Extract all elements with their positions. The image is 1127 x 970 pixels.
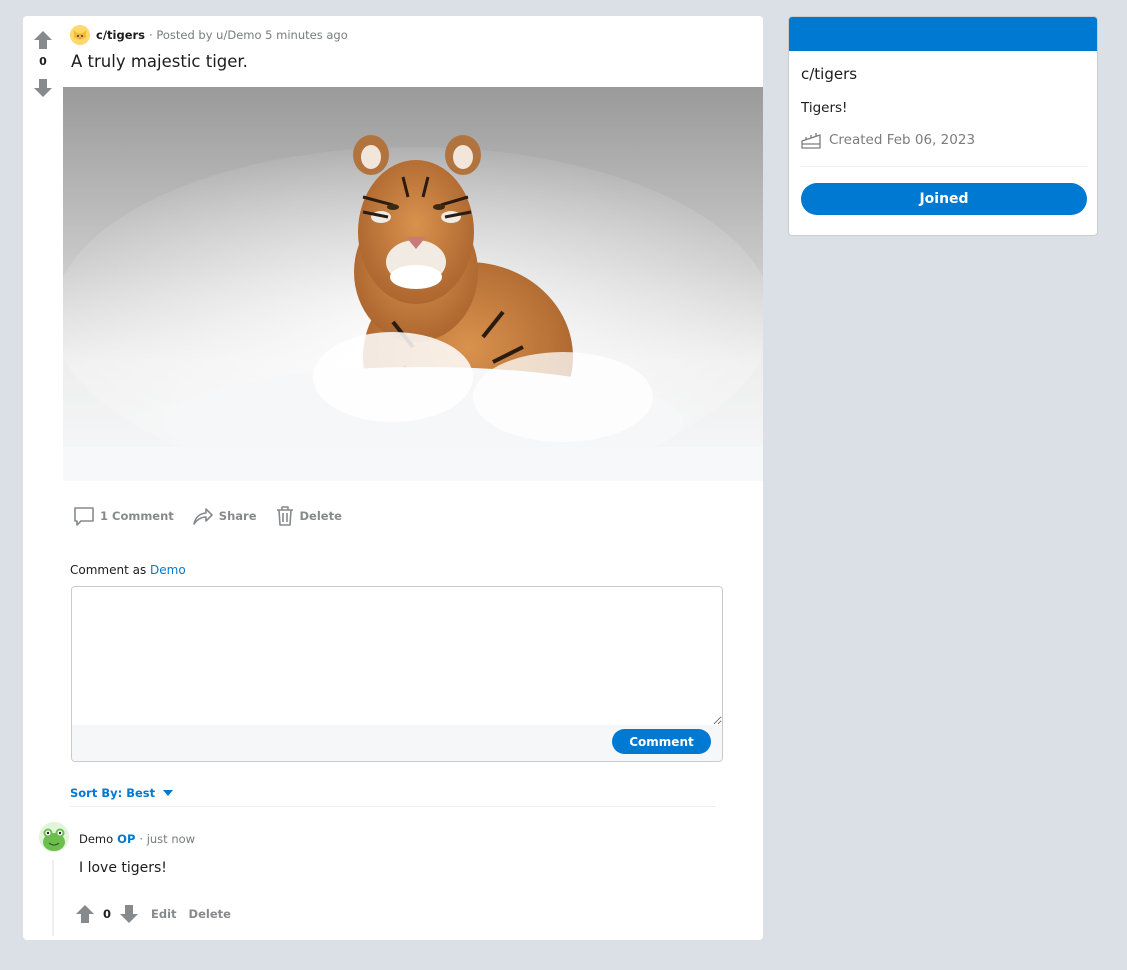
sort-label: Sort By: Best bbox=[70, 786, 156, 800]
posted-by-text: · Posted by u/Demo 5 minutes ago bbox=[149, 28, 348, 42]
post-score: 0 bbox=[39, 55, 47, 68]
community-name: c/tigers bbox=[801, 65, 858, 83]
comment-time: · just now bbox=[139, 832, 196, 846]
sort-divider bbox=[70, 806, 716, 807]
comment-meta: Demo OP · just now bbox=[79, 832, 195, 846]
upvote-icon[interactable] bbox=[75, 904, 95, 924]
created-date: Created Feb 06, 2023 bbox=[829, 132, 976, 148]
trash-icon bbox=[276, 506, 293, 526]
comment-as-username[interactable]: Demo bbox=[150, 563, 186, 577]
downvote-icon[interactable] bbox=[33, 78, 53, 98]
community-created: Created Feb 06, 2023 bbox=[801, 131, 975, 149]
post-card: 0 c/tigers · Posted by u/Demo 5 minutes … bbox=[23, 16, 763, 940]
comment-thread-line[interactable] bbox=[52, 860, 54, 936]
delete-label: Delete bbox=[299, 509, 342, 523]
sort-dropdown[interactable]: Sort By: Best bbox=[70, 786, 174, 800]
delete-post-button[interactable]: Delete bbox=[275, 505, 342, 527]
post-meta: c/tigers · Posted by u/Demo 5 minutes ag… bbox=[70, 25, 348, 45]
comment-author[interactable]: Demo bbox=[79, 832, 113, 846]
caret-down-icon bbox=[163, 790, 174, 796]
comment-icon bbox=[74, 507, 94, 526]
comment-form: Comment bbox=[71, 586, 723, 762]
comment-as-label: Comment as Demo bbox=[70, 563, 186, 577]
sidebar-header-banner bbox=[789, 17, 1097, 51]
downvote-icon[interactable] bbox=[119, 904, 139, 924]
share-button[interactable]: Share bbox=[192, 505, 257, 527]
comment-textarea[interactable] bbox=[72, 587, 722, 725]
comment-delete-button[interactable]: Delete bbox=[189, 907, 231, 921]
cake-icon bbox=[801, 133, 821, 149]
comment-score: 0 bbox=[103, 907, 112, 921]
comment-submit-button[interactable]: Comment bbox=[612, 729, 711, 754]
comments-count-label: 1 Comment bbox=[100, 509, 174, 523]
community-description: Tigers! bbox=[801, 100, 848, 116]
post-title: A truly majestic tiger. bbox=[71, 52, 248, 71]
op-badge: OP bbox=[117, 832, 136, 846]
comments-button[interactable]: 1 Comment bbox=[73, 505, 174, 527]
comment-body: I love tigers! bbox=[79, 860, 167, 876]
post-actions: 1 Comment Share Delete bbox=[73, 505, 360, 527]
comment-form-footer: Comment bbox=[72, 725, 722, 761]
share-label: Share bbox=[218, 509, 257, 523]
frog-avatar[interactable] bbox=[39, 822, 69, 852]
sidebar-divider bbox=[801, 166, 1087, 167]
cat-face-icon bbox=[70, 25, 90, 45]
post-image[interactable] bbox=[63, 87, 763, 481]
join-button[interactable]: Joined bbox=[801, 183, 1087, 215]
share-icon bbox=[192, 508, 213, 525]
comment-as-prefix: Comment as bbox=[70, 563, 147, 577]
subreddit-link[interactable]: c/tigers bbox=[96, 28, 145, 42]
comment-edit-button[interactable]: Edit bbox=[151, 907, 177, 921]
comment-actions: 0 Edit Delete bbox=[75, 904, 231, 924]
community-sidebar: c/tigers Tigers! Created Feb 06, 2023 Jo… bbox=[788, 16, 1098, 236]
upvote-icon[interactable] bbox=[33, 30, 53, 50]
